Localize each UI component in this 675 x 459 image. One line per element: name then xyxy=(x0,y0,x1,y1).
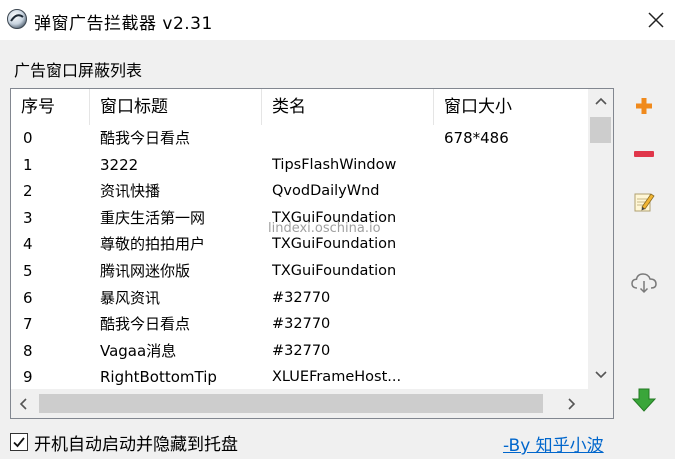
row-title: 3222 xyxy=(100,155,139,174)
row-title: 重庆生活第一网 xyxy=(100,208,206,227)
row-title: 酷我今日看点 xyxy=(100,129,191,147)
row-class: #32770 xyxy=(272,289,331,306)
plus-icon xyxy=(636,98,652,114)
row-index: 2 xyxy=(23,182,33,201)
table-row[interactable]: 2 资讯快播 QvodDailyWnd xyxy=(11,178,588,205)
row-class: TXGuiFoundation xyxy=(272,236,397,253)
ad-window-list[interactable]: 序号 窗口标题 类名 窗口大小 0 酷我今日看点 678*486 1 3222 … xyxy=(10,88,614,419)
green-down-arrow-icon xyxy=(631,388,657,412)
row-index: 3 xyxy=(23,208,33,227)
group-label: 广告窗口屏蔽列表 xyxy=(14,61,143,80)
row-class: TXGuiFoundation xyxy=(272,209,397,226)
row-index: 5 xyxy=(23,262,33,280)
app-logo-icon xyxy=(7,9,27,29)
table-row[interactable]: 8 Vagaa消息 #32770 xyxy=(11,338,588,365)
title-bar: 弹窗广告拦截器 v2.31 xyxy=(0,0,675,40)
row-size xyxy=(444,364,584,387)
row-index: 0 xyxy=(23,129,33,147)
cloud-download-icon xyxy=(631,273,657,294)
chevron-down-icon xyxy=(594,371,607,379)
horizontal-scroll-thumb[interactable] xyxy=(39,394,543,413)
row-size xyxy=(444,258,584,284)
chevron-left-icon xyxy=(19,397,27,410)
vertical-scrollbar[interactable] xyxy=(588,89,613,389)
row-class: QvodDailyWnd xyxy=(272,183,380,200)
remove-button[interactable] xyxy=(628,138,660,170)
column-header-class[interactable]: 类名 xyxy=(262,89,434,125)
row-size xyxy=(444,285,584,311)
table-row[interactable]: 7 酷我今日看点 #32770 xyxy=(11,311,588,338)
row-title: 尊敬的拍拍用户 xyxy=(100,235,206,254)
row-class: #32770 xyxy=(272,342,331,359)
row-size xyxy=(444,231,584,257)
edit-button[interactable] xyxy=(628,186,660,218)
row-size xyxy=(444,338,584,364)
row-index: 8 xyxy=(23,341,33,360)
close-button[interactable] xyxy=(636,2,675,38)
row-title: 腾讯网迷你版 xyxy=(100,262,191,280)
row-class xyxy=(272,125,442,151)
list-body: 0 酷我今日看点 678*486 1 3222 TipsFlashWindow … xyxy=(11,125,588,387)
row-index: 1 xyxy=(23,155,33,174)
row-class: TXGuiFoundation xyxy=(272,263,397,279)
table-row[interactable]: 0 酷我今日看点 678*486 xyxy=(11,125,588,152)
table-row[interactable]: 1 3222 TipsFlashWindow xyxy=(11,152,588,179)
row-index: 7 xyxy=(23,315,33,334)
chevron-right-icon xyxy=(568,397,576,410)
autostart-checkbox[interactable] xyxy=(10,433,28,451)
row-size xyxy=(444,178,584,204)
pencil-icon xyxy=(634,193,655,212)
row-index: 6 xyxy=(23,288,33,307)
cloud-sync-button[interactable] xyxy=(628,267,660,299)
row-size xyxy=(444,205,584,231)
scroll-up-button[interactable] xyxy=(588,89,613,113)
row-class: TipsFlashWindow xyxy=(272,156,397,173)
row-size xyxy=(444,311,584,337)
row-title: 暴风资讯 xyxy=(100,288,161,307)
table-row[interactable]: 6 暴风资讯 #32770 xyxy=(11,285,588,312)
row-class: #32770 xyxy=(272,316,331,333)
scroll-left-button[interactable] xyxy=(11,389,35,418)
list-header: 序号 窗口标题 类名 窗口大小 xyxy=(11,89,588,125)
scroll-right-button[interactable] xyxy=(560,389,584,418)
horizontal-scrollbar[interactable] xyxy=(11,389,588,418)
row-title: RightBottomTip xyxy=(100,368,217,387)
row-title: 酷我今日看点 xyxy=(100,315,191,334)
checkmark-icon xyxy=(13,437,25,448)
row-index: 9 xyxy=(23,368,33,387)
row-class: XLUEFrameHost... xyxy=(272,369,402,386)
author-link[interactable]: -By 知乎小波 xyxy=(503,431,604,456)
row-index: 4 xyxy=(23,235,33,254)
add-button[interactable] xyxy=(628,90,660,122)
chevron-up-icon xyxy=(594,97,607,105)
column-header-index[interactable]: 序号 xyxy=(11,89,90,125)
table-row[interactable]: 3 重庆生活第一网 TXGuiFoundation xyxy=(11,205,588,232)
column-header-size[interactable]: 窗口大小 xyxy=(434,89,588,125)
minus-icon xyxy=(634,151,654,157)
window-title: 弹窗广告拦截器 v2.31 xyxy=(34,14,213,34)
table-row[interactable]: 5 腾讯网迷你版 TXGuiFoundation xyxy=(11,258,588,285)
scroll-down-button[interactable] xyxy=(588,363,613,387)
table-row[interactable]: 9 RightBottomTip XLUEFrameHost... xyxy=(11,364,588,387)
row-size xyxy=(444,152,584,178)
row-title: 资讯快播 xyxy=(100,182,161,201)
column-header-title[interactable]: 窗口标题 xyxy=(90,89,262,125)
close-icon xyxy=(647,12,664,28)
vertical-scroll-thumb[interactable] xyxy=(590,117,611,143)
scrollbar-corner xyxy=(588,389,613,418)
autostart-label[interactable]: 开机自动启动并隐藏到托盘 xyxy=(34,430,238,455)
autostart-checkbox-row[interactable]: 开机自动启动并隐藏到托盘 xyxy=(10,430,238,455)
table-row[interactable]: 4 尊敬的拍拍用户 TXGuiFoundation xyxy=(11,231,588,258)
row-title: Vagaa消息 xyxy=(100,341,177,360)
download-button[interactable] xyxy=(628,384,660,416)
row-size: 678*486 xyxy=(444,129,509,147)
